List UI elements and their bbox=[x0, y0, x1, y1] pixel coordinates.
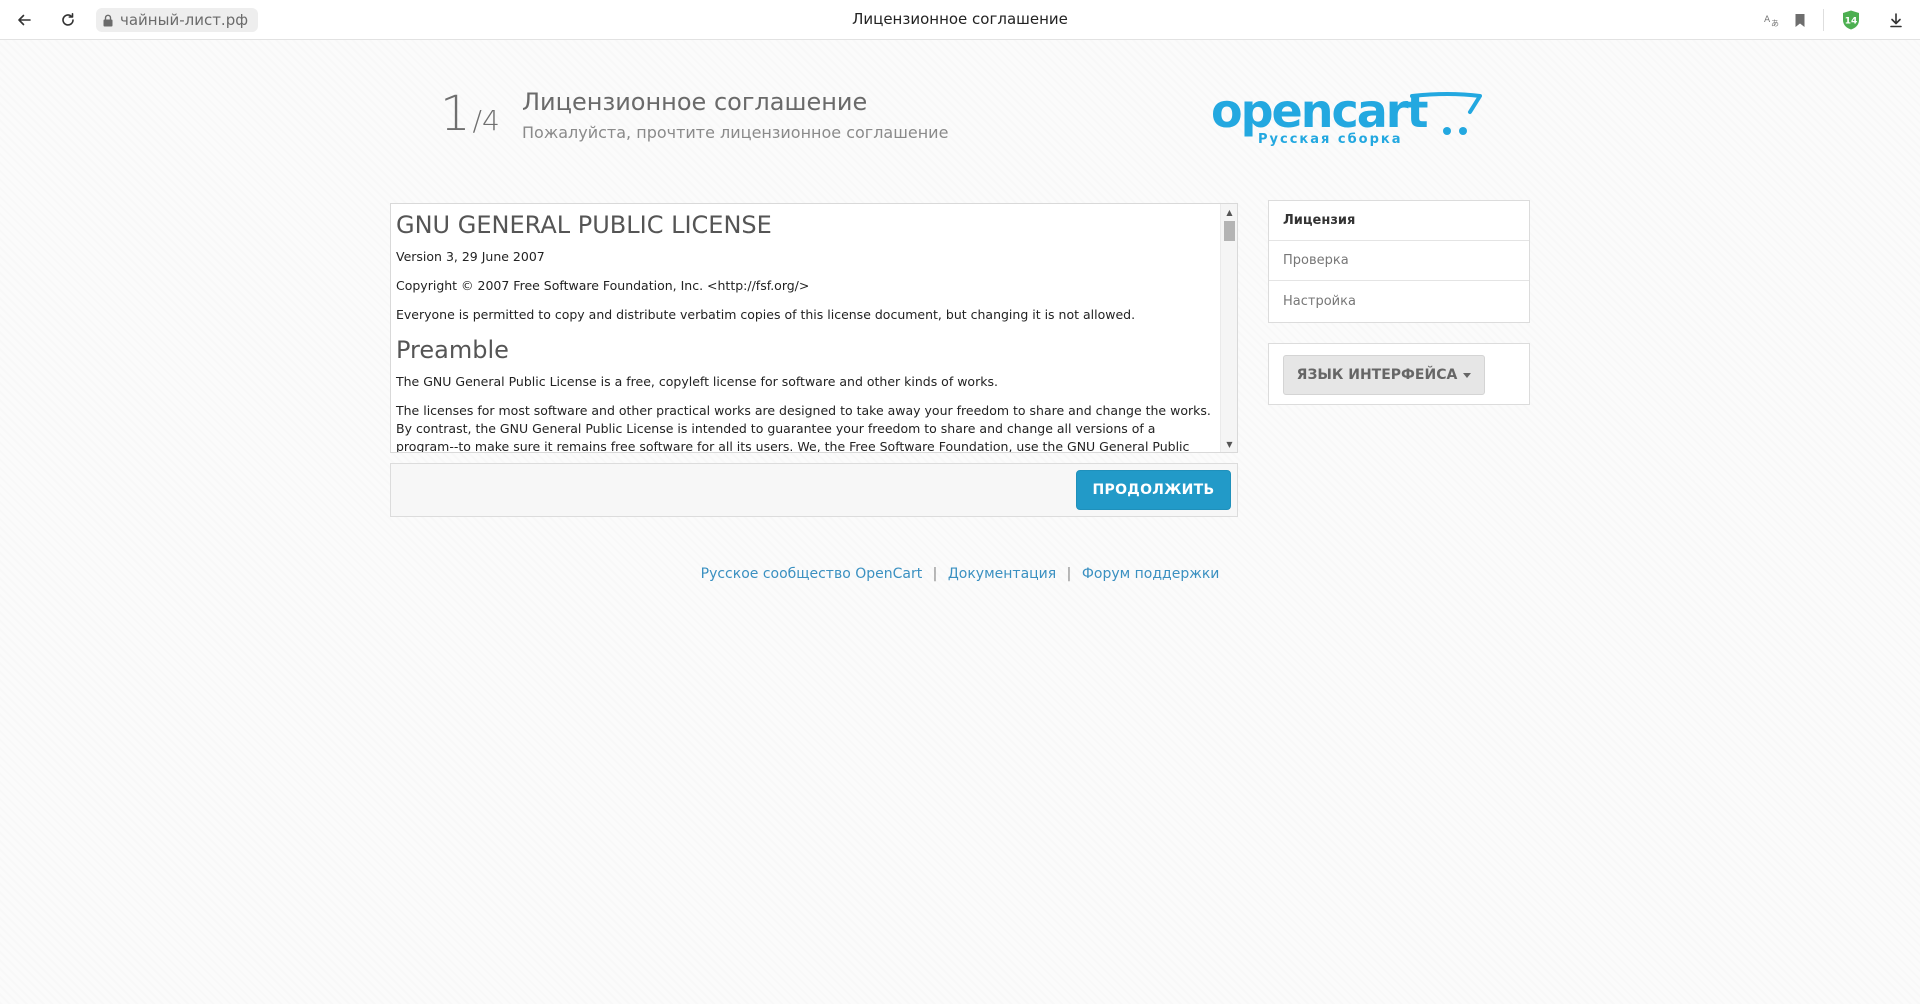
bookmark-icon bbox=[1795, 13, 1805, 27]
shield-icon: 14 bbox=[1843, 10, 1859, 30]
bookmark-button[interactable] bbox=[1788, 8, 1812, 32]
license-heading: GNU GENERAL PUBLIC LICENSE bbox=[396, 211, 772, 239]
svg-text:あ: あ bbox=[1771, 19, 1779, 28]
scroll-up-arrow[interactable]: ▲ bbox=[1221, 204, 1238, 220]
footer-link-docs[interactable]: Документация bbox=[948, 566, 1056, 582]
translate-icon: A あ bbox=[1764, 15, 1779, 28]
step-item-check[interactable]: Проверка bbox=[1269, 241, 1529, 281]
translate-button[interactable]: A あ bbox=[1760, 8, 1784, 32]
reload-icon bbox=[62, 13, 74, 26]
action-bar: ПРОДОЛЖИТЬ bbox=[390, 463, 1238, 517]
license-scrollbar[interactable]: ▲ ▼ bbox=[1220, 204, 1237, 452]
browser-toolbar: чайный-лист.рф Лицензионное соглашение A… bbox=[0, 0, 1920, 40]
adblock-extension-button[interactable]: 14 bbox=[1839, 8, 1863, 32]
back-button[interactable] bbox=[12, 8, 36, 32]
license-permission: Everyone is permitted to copy and distri… bbox=[396, 307, 1136, 322]
step-total: /4 bbox=[472, 104, 500, 137]
reload-button[interactable] bbox=[56, 8, 80, 32]
license-content: GNU GENERAL PUBLIC LICENSE Version 3, 29… bbox=[391, 204, 1219, 452]
footer-links: Русское сообщество OpenCart | Документац… bbox=[0, 566, 1920, 582]
scroll-thumb[interactable] bbox=[1224, 221, 1235, 241]
license-version: Version 3, 29 June 2007 bbox=[396, 249, 545, 264]
address-bar[interactable]: чайный-лист.рф bbox=[96, 8, 258, 32]
footer-link-forum[interactable]: Форум поддержки bbox=[1082, 566, 1220, 582]
license-text-box[interactable]: GNU GENERAL PUBLIC LICENSE Version 3, 29… bbox=[390, 203, 1238, 453]
language-button-label: ЯЗЫК ИНТЕРФЕЙСА bbox=[1296, 367, 1458, 383]
address-text: чайный-лист.рф bbox=[120, 11, 249, 29]
continue-button[interactable]: ПРОДОЛЖИТЬ bbox=[1076, 470, 1231, 510]
toolbar-divider bbox=[1823, 9, 1824, 31]
footer-separator: | bbox=[932, 566, 938, 582]
footer-separator: | bbox=[1066, 566, 1072, 582]
language-dropdown-button[interactable]: ЯЗЫК ИНТЕРФЕЙСА bbox=[1283, 355, 1485, 395]
page-subtitle: Пожалуйста, прочтите лицензионное соглаш… bbox=[522, 123, 949, 142]
download-icon bbox=[1890, 13, 1902, 28]
logo-text: opencart bbox=[1211, 84, 1427, 138]
extension-badge: 14 bbox=[1845, 17, 1858, 27]
step-current: 1 bbox=[440, 86, 471, 142]
install-steps-list: Лицензия Проверка Настройка bbox=[1268, 200, 1530, 323]
lock-icon bbox=[103, 14, 113, 26]
license-copyright: Copyright © 2007 Free Software Foundatio… bbox=[396, 278, 810, 293]
language-panel: ЯЗЫК ИНТЕРФЕЙСА bbox=[1268, 343, 1530, 405]
cart-logo-icon: opencart Русская сборка bbox=[1211, 84, 1482, 147]
step-item-license[interactable]: Лицензия bbox=[1269, 201, 1529, 241]
footer-link-community[interactable]: Русское сообщество OpenCart bbox=[701, 566, 923, 582]
downloads-button[interactable] bbox=[1884, 8, 1908, 32]
tab-title: Лицензионное соглашение bbox=[852, 10, 1068, 28]
page-title: Лицензионное соглашение bbox=[522, 88, 868, 116]
logo-tagline: Русская сборка bbox=[1258, 132, 1403, 147]
opencart-logo: opencart Русская сборка bbox=[1208, 82, 1488, 152]
preamble-paragraph-1: The GNU General Public License is a free… bbox=[396, 374, 998, 389]
step-indicator: 1/4 bbox=[440, 86, 500, 142]
preamble-heading: Preamble bbox=[396, 336, 509, 364]
step-item-settings[interactable]: Настройка bbox=[1269, 281, 1529, 321]
scroll-down-arrow[interactable]: ▼ bbox=[1221, 436, 1238, 452]
arrow-left-icon bbox=[18, 14, 31, 26]
caret-down-icon bbox=[1463, 372, 1472, 378]
preamble-paragraph-2: The licenses for most software and other… bbox=[396, 403, 1211, 452]
svg-text:A: A bbox=[1764, 15, 1771, 25]
